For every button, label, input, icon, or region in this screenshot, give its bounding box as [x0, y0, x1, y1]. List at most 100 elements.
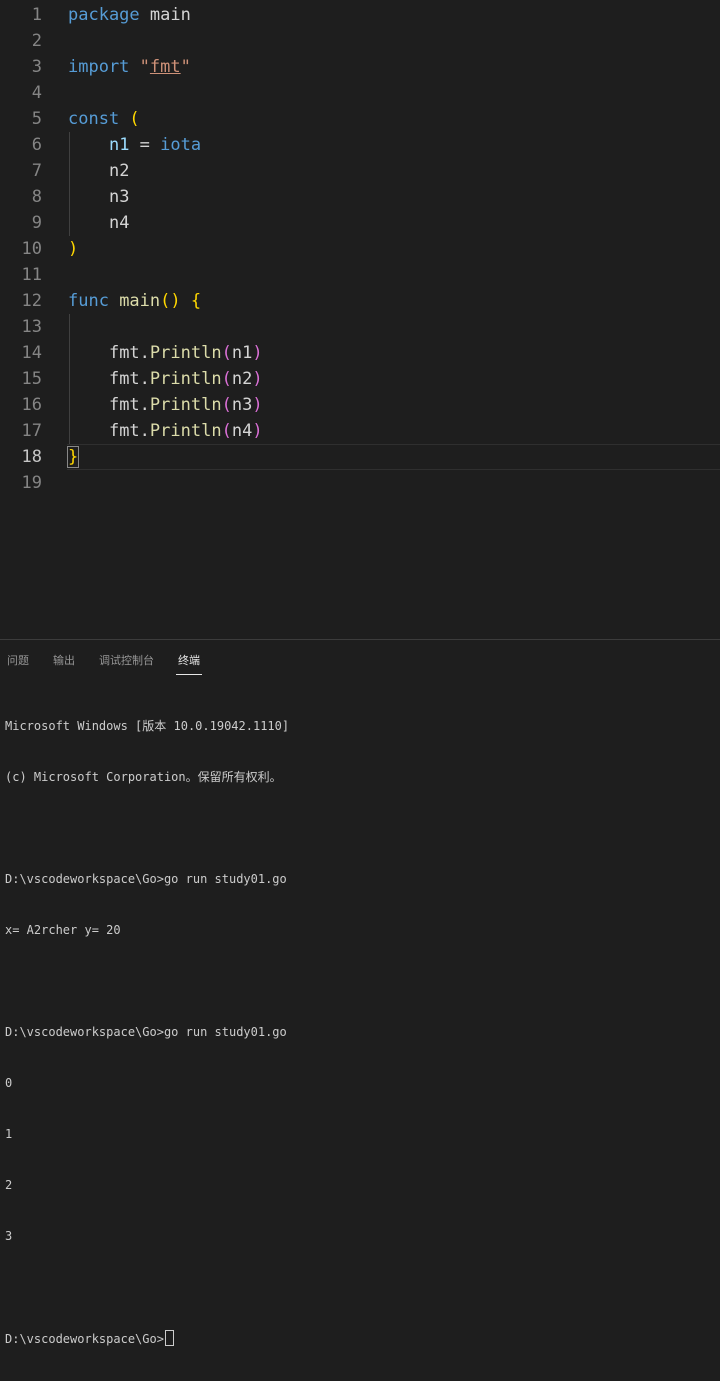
code-line-active[interactable]: 18 } — [0, 444, 720, 470]
function-name-token: main — [108, 291, 161, 311]
code-line[interactable]: 16 fmt.Println(n3) — [0, 392, 720, 418]
argument-token: n3 — [231, 395, 253, 415]
line-number: 19 — [21, 473, 42, 493]
terminal-line: 2 — [5, 1178, 13, 1192]
constant-token: n2 — [108, 161, 130, 181]
code-text: fmt.Println(n2) — [68, 366, 263, 392]
terminal-line: D:\vscodeworkspace\Go>go run study01.go — [5, 872, 287, 886]
code-line[interactable]: 2 — [0, 28, 720, 54]
keyword-token: import — [68, 57, 130, 77]
string-quote: " — [180, 57, 191, 77]
code-text: n4 — [68, 210, 129, 236]
terminal-line: (c) Microsoft Corporation。保留所有权利。 — [5, 770, 282, 784]
argument-token: n1 — [231, 343, 253, 363]
string-quote: " — [139, 57, 150, 77]
line-number: 8 — [31, 187, 42, 207]
terminal-cursor — [164, 1330, 174, 1346]
bracket-token: ) — [252, 421, 263, 441]
dot-token: . — [139, 421, 150, 441]
bracket-token: ( — [221, 395, 232, 415]
bracket-token: ( — [221, 421, 232, 441]
code-line[interactable]: 1 package main — [0, 2, 720, 28]
terminal-output[interactable]: Microsoft Windows [版本 10.0.19042.1110] (… — [5, 684, 289, 1381]
line-number: 6 — [31, 135, 42, 155]
function-name-token: Println — [149, 343, 222, 363]
code-line[interactable]: 14 fmt.Println(n1) — [0, 340, 720, 366]
terminal-prompt-line[interactable]: D:\vscodeworkspace\Go> — [5, 1330, 289, 1347]
code-line[interactable]: 6 n1 = iota — [0, 132, 720, 158]
keyword-token: const — [68, 109, 120, 129]
code-line[interactable]: 8 n3 — [0, 184, 720, 210]
line-number: 15 — [21, 369, 42, 389]
code-line[interactable]: 5 const ( — [0, 106, 720, 132]
code-text: import "fmt" — [68, 54, 191, 80]
line-number: 7 — [31, 161, 42, 181]
code-line[interactable]: 17 fmt.Println(n4) — [0, 418, 720, 444]
code-text: } — [66, 444, 80, 470]
line-number: 1 — [31, 5, 42, 25]
keyword-token: package — [68, 5, 140, 25]
code-line[interactable]: 13 — [0, 314, 720, 340]
bracket-token: ) — [252, 395, 263, 415]
line-number: 9 — [31, 213, 42, 233]
function-name-token: Println — [149, 395, 222, 415]
code-line[interactable]: 7 n2 — [0, 158, 720, 184]
active-tab-indicator — [176, 674, 202, 675]
code-line[interactable]: 12 func main() { — [0, 288, 720, 314]
tab-debug-console[interactable]: 调试控制台 — [99, 652, 154, 668]
line-number: 14 — [21, 343, 42, 363]
line-number: 11 — [21, 265, 42, 285]
tab-problems[interactable]: 问题 — [7, 652, 29, 668]
package-token: fmt — [108, 369, 140, 389]
dot-token: . — [139, 395, 150, 415]
argument-token: n2 — [231, 369, 253, 389]
tab-output[interactable]: 输出 — [53, 652, 75, 668]
keyword-token: func — [68, 291, 109, 311]
line-number: 2 — [31, 31, 42, 51]
bracket-token: ( — [221, 343, 232, 363]
code-text: fmt.Println(n1) — [68, 340, 263, 366]
line-number: 13 — [21, 317, 42, 337]
line-number: 12 — [21, 291, 42, 311]
code-line[interactable]: 4 — [0, 80, 720, 106]
line-number: 16 — [21, 395, 42, 415]
package-token: fmt — [108, 421, 140, 441]
dot-token: . — [139, 369, 150, 389]
keyword-token: iota — [160, 135, 202, 155]
bottom-panel: 问题 输出 调试控制台 终端 Microsoft Windows [版本 10.… — [0, 639, 720, 1346]
code-text: ) — [68, 236, 78, 262]
code-line[interactable]: 19 — [0, 470, 720, 496]
code-text: fmt.Println(n4) — [68, 418, 263, 444]
code-line[interactable]: 11 — [0, 262, 720, 288]
string-token: fmt — [149, 57, 181, 77]
package-token: fmt — [108, 343, 140, 363]
bracket-token: { — [180, 291, 202, 311]
line-number: 5 — [31, 109, 42, 129]
constant-token: n3 — [108, 187, 130, 207]
package-token: fmt — [108, 395, 140, 415]
terminal-line: D:\vscodeworkspace\Go>go run study01.go — [5, 1025, 287, 1039]
code-line[interactable]: 9 n4 — [0, 210, 720, 236]
argument-token: n4 — [231, 421, 253, 441]
terminal-line: 1 — [5, 1127, 13, 1141]
line-number: 3 — [31, 57, 42, 77]
tab-terminal[interactable]: 终端 — [178, 652, 200, 668]
panel-tabs: 问题 输出 调试控制台 终端 — [0, 640, 720, 676]
bracket-token: ) — [68, 239, 79, 259]
code-editor[interactable]: 1 package main 2 3 import "fmt" 4 5 cons… — [0, 0, 720, 638]
code-text: package main — [68, 2, 191, 28]
code-text: fmt.Println(n3) — [68, 392, 263, 418]
code-text: n3 — [68, 184, 129, 210]
code-line[interactable]: 10 ) — [0, 236, 720, 262]
code-text: func main() { — [68, 288, 201, 314]
terminal-line: Microsoft Windows [版本 10.0.19042.1110] — [5, 719, 290, 733]
identifier-token: main — [139, 5, 191, 25]
code-line[interactable]: 3 import "fmt" — [0, 54, 720, 80]
constant-token: n1 — [108, 135, 130, 155]
line-number: 4 — [31, 83, 42, 103]
code-line[interactable]: 15 fmt.Println(n2) — [0, 366, 720, 392]
bracket-token: ( — [119, 109, 140, 129]
